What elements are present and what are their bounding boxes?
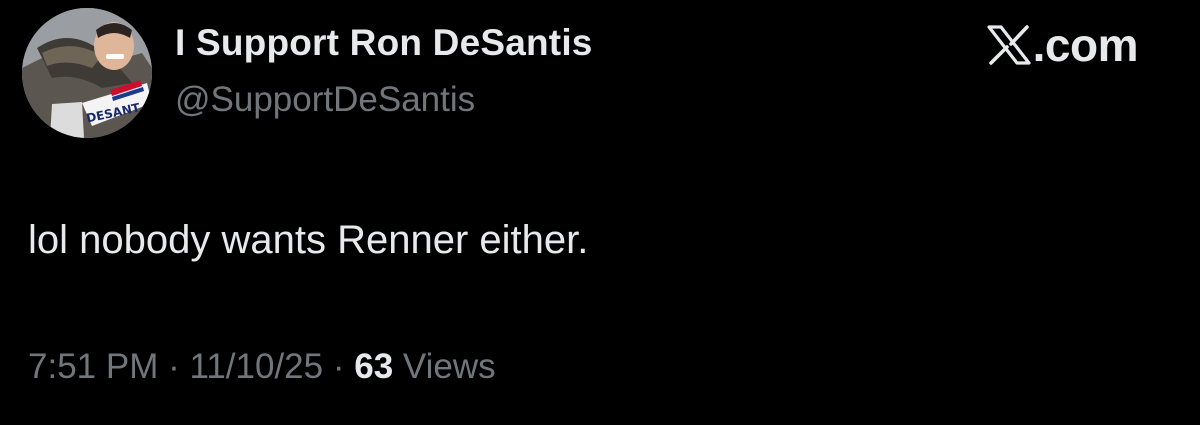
- x-logo-icon: [987, 25, 1031, 65]
- x-brand: .com: [987, 19, 1139, 71]
- views-label: Views: [402, 347, 496, 386]
- tweet-meta: 7:51 PM · 11/10/25 · 63 Views: [28, 347, 496, 387]
- meta-separator: ·: [323, 347, 355, 386]
- author-handle[interactable]: @SupportDeSantis: [175, 80, 475, 120]
- tweet-date[interactable]: 11/10/25: [189, 347, 323, 386]
- views-count[interactable]: 63: [354, 347, 393, 386]
- brand-domain-text: .com: [1032, 19, 1139, 71]
- meta-separator: ·: [158, 347, 190, 386]
- tweet-time[interactable]: 7:51 PM: [28, 347, 158, 386]
- tweet-card: DESANT I Support Ron DeSantis @SupportDe…: [0, 0, 1200, 425]
- author-display-name[interactable]: I Support Ron DeSantis: [175, 22, 593, 64]
- avatar[interactable]: DESANT: [22, 8, 152, 138]
- tweet-text: lol nobody wants Renner either.: [28, 218, 589, 262]
